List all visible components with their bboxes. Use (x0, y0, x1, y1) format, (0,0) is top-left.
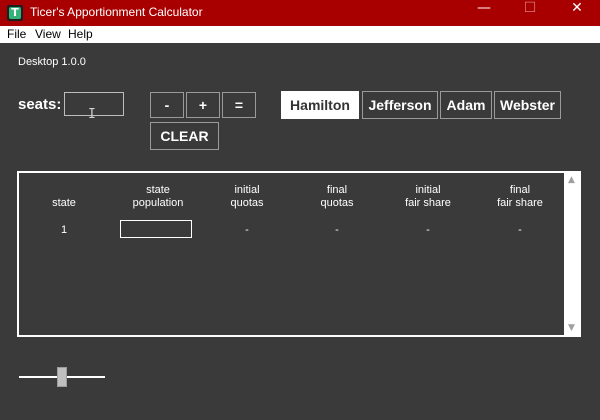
results-table: state state population initial quotas fina… (17, 171, 581, 337)
menu-file[interactable]: File (7, 27, 26, 41)
app-icon: T (7, 5, 23, 21)
header-state-population: state population (132, 184, 184, 209)
close-button[interactable]: ✕ (554, 0, 600, 26)
header-final-fair-share: final fair share (497, 184, 543, 209)
minus-button[interactable]: - (150, 92, 184, 118)
seats-label: seats: (18, 96, 62, 113)
header-initial-fair-share: initial fair share (405, 184, 451, 209)
cell-initial-fair-share: - (426, 224, 430, 236)
clear-button[interactable]: CLEAR (150, 122, 219, 150)
text-cursor-icon: I (88, 108, 96, 122)
cell-state: 1 (60, 224, 68, 236)
method-webster-button[interactable]: Webster (494, 91, 561, 119)
title-bar: T Ticer's Apportionment Calculator — ☐ ✕ (0, 0, 600, 26)
menu-bar: File View Help (0, 26, 600, 43)
slider-thumb[interactable] (57, 367, 67, 387)
menu-help[interactable]: Help (68, 27, 93, 41)
window-title: Ticer's Apportionment Calculator (30, 5, 203, 19)
method-jefferson-button[interactable]: Jefferson (362, 91, 438, 119)
version-label: Desktop 1.0.0 (18, 56, 86, 68)
maximize-button[interactable]: ☐ (507, 0, 553, 26)
scroll-down-icon[interactable]: ▼ (564, 321, 579, 335)
population-input[interactable] (120, 220, 192, 238)
cell-final-fair-share: - (518, 224, 522, 236)
minimize-button[interactable]: — (461, 0, 507, 26)
menu-view[interactable]: View (35, 27, 61, 41)
method-hamilton-button[interactable]: Hamilton (281, 91, 359, 119)
scroll-up-icon[interactable]: ▲ (564, 173, 579, 187)
cell-initial-quota: - (245, 224, 249, 236)
header-final-quotas: final quotas (320, 184, 354, 209)
header-initial-quotas: initial quotas (230, 184, 264, 209)
equals-button[interactable]: = (222, 92, 256, 118)
plus-button[interactable]: + (186, 92, 220, 118)
header-state: state (52, 197, 76, 209)
vertical-scrollbar[interactable]: ▲ ▼ (564, 173, 579, 335)
cell-final-quota: - (335, 224, 339, 236)
method-adam-button[interactable]: Adam (440, 91, 492, 119)
